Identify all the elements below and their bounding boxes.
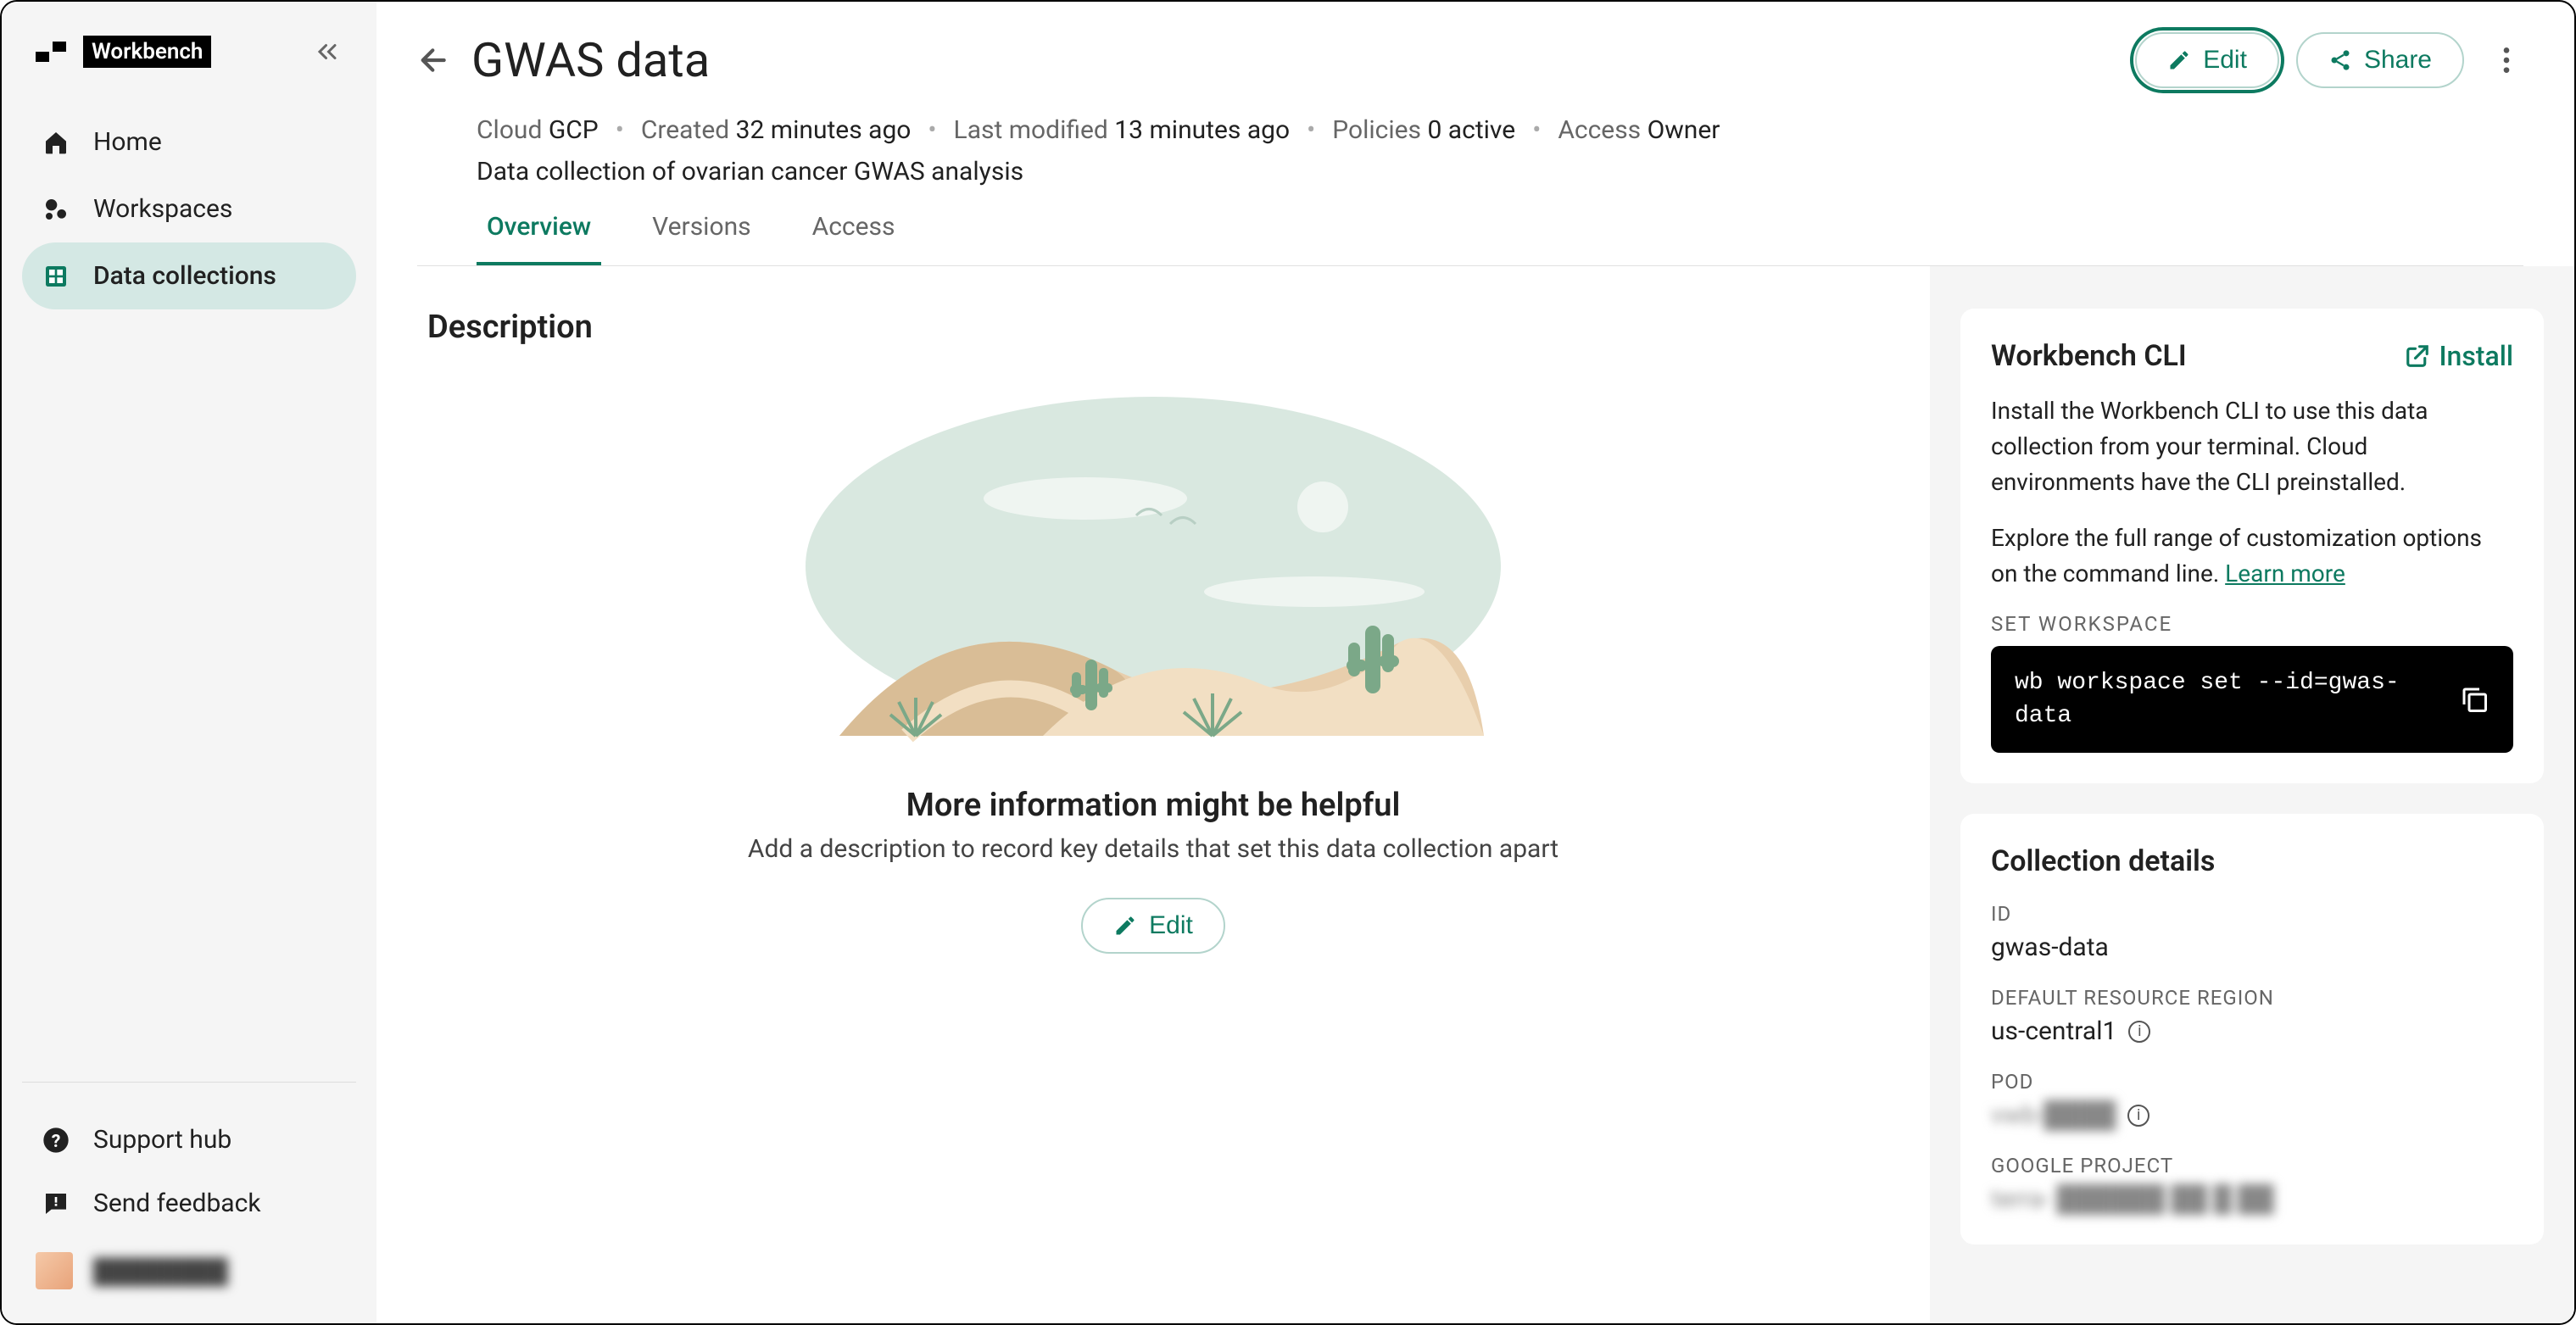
sidebar: Workbench Home Workspaces Data collectio… [2,2,376,1323]
empty-title: More information might be helpful [906,787,1401,824]
info-icon[interactable]: i [2128,1021,2150,1043]
nav-label: Data collections [93,261,276,291]
sidebar-footer: ? Support hub Send feedback ████████ [22,1082,356,1289]
title-row: GWAS data Edit Share [417,32,2523,88]
header: GWAS data Edit Share Cloud GCP • Create [376,2,2574,266]
support-hub[interactable]: ? Support hub [22,1108,356,1172]
edit-icon [1113,914,1137,938]
info-icon[interactable]: i [2127,1105,2149,1127]
pod-value: vwb-████ i [1991,1100,2513,1130]
created-label: Created [641,115,729,145]
command-text: wb workspace set --id=gwas-data [2015,666,2442,732]
empty-state: More information might be helpful Add a … [427,397,1879,954]
edit-label: Edit [1149,911,1193,940]
open-external-icon [2405,343,2430,369]
details-title: Collection details [1991,844,2513,878]
tabs: Overview Versions Access [417,187,2523,266]
meta-row: Cloud GCP • Created 32 minutes ago • Las… [417,88,2523,145]
svg-text:?: ? [52,1131,61,1152]
main: GWAS data Edit Share Cloud GCP • Create [376,2,2574,1323]
cloud-value: GCP [549,115,599,145]
nav-label: Workspaces [93,194,232,224]
access-label: Access [1558,115,1641,145]
user-row[interactable]: ████████ [22,1235,356,1289]
separator: • [1307,115,1315,145]
separator: • [928,115,936,145]
logo-icon [36,42,70,62]
code-block: wb workspace set --id=gwas-data [1991,646,2513,753]
region-label: DEFAULT RESOURCE REGION [1991,986,2513,1010]
description-title: Description [427,309,1879,346]
feedback-label: Send feedback [93,1189,261,1218]
desert-illustration [789,397,1518,753]
edit-icon [2167,48,2191,72]
cloud-label: Cloud [477,115,542,145]
id-value: gwas-data [1991,933,2513,962]
data-collections-icon [42,263,70,290]
pod-label: POD [1991,1070,2513,1094]
cli-card: Workbench CLI Install Install the Workbe… [1960,309,2544,783]
back-button[interactable] [417,43,451,77]
sidebar-header: Workbench [22,36,356,68]
id-label: ID [1991,902,2513,926]
help-icon: ? [42,1127,70,1154]
set-workspace-label: SET WORKSPACE [1991,612,2513,636]
send-feedback[interactable]: Send feedback [22,1172,356,1235]
nav-workspaces[interactable]: Workspaces [22,175,356,242]
copy-button[interactable] [2459,684,2490,715]
support-label: Support hub [93,1125,231,1155]
modified-label: Last modified [954,115,1108,145]
project-value: terra- ██████ ██ █ ██ [1991,1184,2513,1214]
edit-description-button[interactable]: Edit [1081,898,1225,954]
policies-value: 0 active [1428,115,1516,145]
header-actions: Edit Share [2135,32,2523,88]
cli-card-header: Workbench CLI Install [1991,339,2513,373]
install-link[interactable]: Install [2405,340,2513,372]
header-description: Data collection of ovarian cancer GWAS a… [417,145,2523,187]
share-icon [2328,48,2352,72]
cli-text-1: Install the Workbench CLI to use this da… [1991,393,2513,500]
tab-access[interactable]: Access [802,212,906,265]
more-menu-button[interactable] [2490,43,2523,77]
nav-home[interactable]: Home [22,109,356,175]
edit-button[interactable]: Edit [2135,32,2279,88]
created-value: 32 minutes ago [736,115,912,145]
details-card: Collection details ID gwas-data DEFAULT … [1960,814,2544,1244]
share-label: Share [2364,46,2432,75]
tab-overview[interactable]: Overview [477,212,601,265]
edit-label: Edit [2203,46,2247,75]
nav-data-collections[interactable]: Data collections [22,242,356,309]
app-name: Workbench [83,36,211,68]
page-title: GWAS data [471,32,710,88]
access-value: Owner [1648,115,1720,145]
separator: • [616,115,624,145]
modified-value: 13 minutes ago [1114,115,1290,145]
center-panel: Description [376,266,1930,1323]
workspaces-icon [42,196,70,223]
home-icon [42,129,70,156]
region-value: us-central1 i [1991,1016,2513,1046]
cli-title: Workbench CLI [1991,339,2187,373]
nav-label: Home [93,127,162,157]
content: Description [376,266,2574,1323]
policies-label: Policies [1332,115,1421,145]
feedback-icon [42,1190,70,1217]
user-name: ████████ [93,1257,228,1285]
tab-versions[interactable]: Versions [642,212,761,265]
empty-subtitle: Add a description to record key details … [748,834,1558,864]
install-label: Install [2439,340,2513,372]
cli-text-2: Explore the full range of customization … [1991,521,2513,592]
project-label: GOOGLE PROJECT [1991,1154,2513,1177]
avatar [36,1252,73,1289]
collapse-sidebar-icon[interactable] [312,36,343,67]
share-button[interactable]: Share [2296,32,2464,88]
separator: • [1532,115,1541,145]
learn-more-link[interactable]: Learn more [2225,560,2345,587]
right-panel: Workbench CLI Install Install the Workbe… [1930,266,2574,1323]
